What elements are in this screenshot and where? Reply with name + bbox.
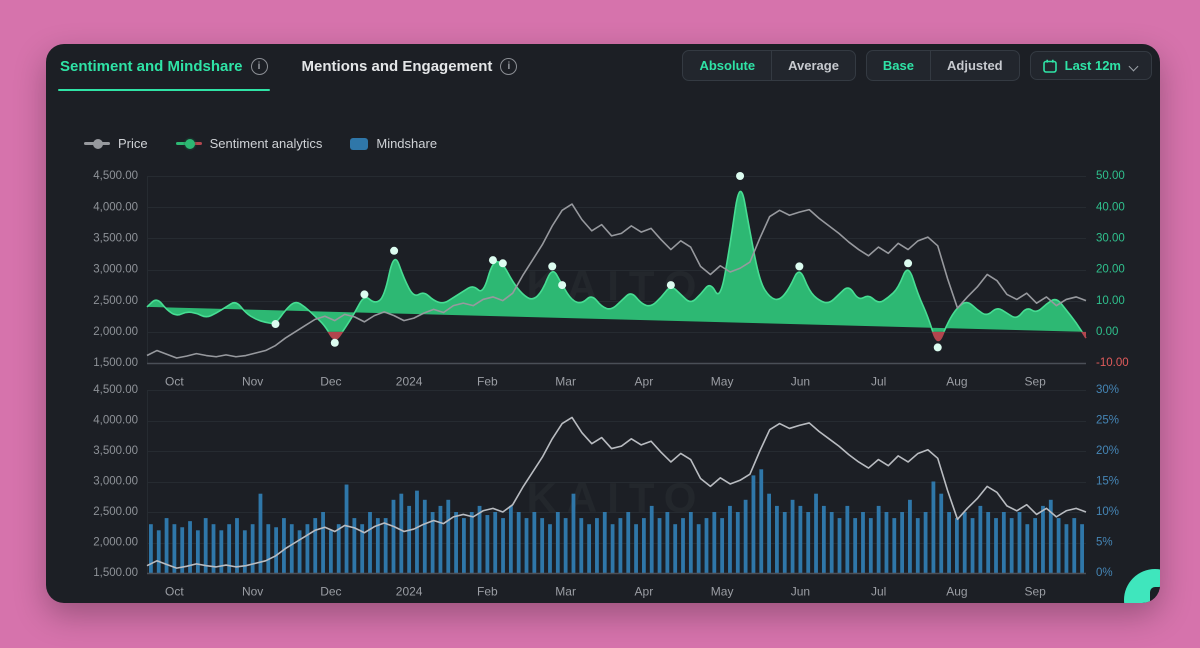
- adjusted-button[interactable]: Adjusted: [930, 51, 1019, 80]
- sentiment-price-chart[interactable]: [46, 168, 1160, 393]
- absolute-button[interactable]: Absolute: [683, 51, 771, 80]
- price-line-swatch-icon: [84, 142, 110, 145]
- tab-bar: Sentiment and Mindshare Mentions and Eng…: [58, 54, 519, 91]
- absolute-average-toggle: Absolute Average: [682, 50, 855, 81]
- info-icon[interactable]: [500, 58, 517, 75]
- chart-controls: Absolute Average Base Adjusted Last 12m: [682, 50, 1152, 81]
- base-button[interactable]: Base: [867, 51, 930, 80]
- analytics-card: Sentiment and Mindshare Mentions and Eng…: [46, 44, 1160, 603]
- chevron-down-icon: [1129, 61, 1139, 71]
- tab-label: Sentiment and Mindshare: [60, 58, 243, 75]
- sentiment-line-swatch-icon: [176, 142, 202, 145]
- legend-item-mindshare[interactable]: Mindshare: [350, 136, 437, 151]
- legend-label: Mindshare: [376, 136, 437, 151]
- chart-legend: Price Sentiment analytics Mindshare: [84, 136, 437, 151]
- base-adjusted-toggle: Base Adjusted: [866, 50, 1020, 81]
- date-range-label: Last 12m: [1065, 58, 1121, 73]
- legend-item-sentiment[interactable]: Sentiment analytics: [176, 136, 323, 151]
- date-range-button[interactable]: Last 12m: [1030, 51, 1152, 80]
- page: { "header": { "tabs": [ {"label": "Senti…: [0, 0, 1200, 648]
- tab-mentions-engagement[interactable]: Mentions and Engagement: [300, 54, 520, 91]
- info-icon[interactable]: [251, 58, 268, 75]
- legend-label: Price: [118, 136, 148, 151]
- legend-label: Sentiment analytics: [210, 136, 323, 151]
- legend-item-price[interactable]: Price: [84, 136, 148, 151]
- mindshare-bar-swatch-icon: [350, 138, 368, 150]
- calendar-icon: [1043, 59, 1057, 73]
- tab-label: Mentions and Engagement: [302, 58, 493, 75]
- mindshare-price-chart[interactable]: [46, 382, 1160, 603]
- tab-sentiment-mindshare[interactable]: Sentiment and Mindshare: [58, 54, 270, 91]
- average-button[interactable]: Average: [771, 51, 855, 80]
